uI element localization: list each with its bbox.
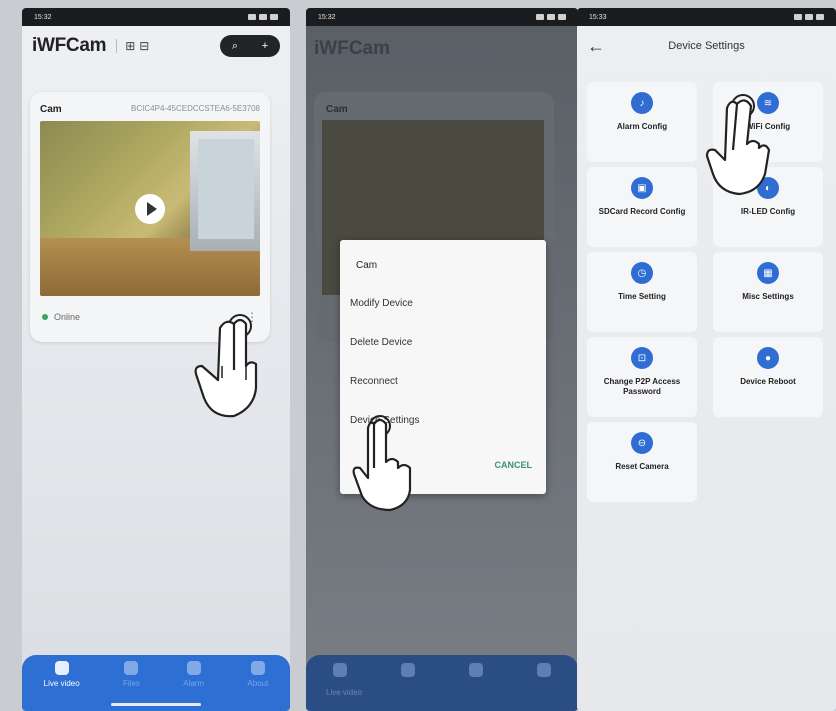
- about-icon: [537, 663, 551, 677]
- nav-about-label: About: [247, 679, 269, 688]
- setting-device-reboot[interactable]: ● Device Reboot: [713, 337, 823, 417]
- setting-label: Reset Camera: [615, 462, 669, 471]
- page-title: Device Settings: [668, 40, 745, 52]
- status-icons: [794, 14, 824, 20]
- plus-icon[interactable]: +: [262, 40, 268, 52]
- setting-label: Device Reboot: [740, 377, 796, 386]
- cancel-button[interactable]: CANCEL: [495, 460, 533, 470]
- folder-icon: [124, 661, 139, 675]
- setting-reset-camera[interactable]: ⊖ Reset Camera: [587, 422, 697, 502]
- setting-ir-led-config[interactable]: ◐ IR-LED Config: [713, 167, 823, 247]
- status-time: 15:32: [318, 13, 336, 21]
- setting-sdcard-record-config[interactable]: ▣ SDCard Record Config: [587, 167, 697, 247]
- wifi-icon: ≋: [757, 92, 779, 114]
- status-icons: [536, 14, 566, 20]
- live-video-icon: [54, 661, 69, 675]
- play-icon[interactable]: [135, 193, 165, 224]
- status-icons: [248, 14, 278, 20]
- device-name: Cam: [40, 104, 62, 115]
- lock-icon: ⊡: [631, 347, 653, 369]
- setting-label: Misc Settings: [742, 292, 794, 301]
- device-card[interactable]: Cam BCIC4P4-45CEDCCSTEA6-5E3708 Online ⋮: [30, 92, 270, 342]
- app-bar: iWFCam ⊞ ⊟ ⌕ +: [22, 26, 290, 66]
- device-status: Online: [54, 312, 81, 322]
- reset-icon: ⊖: [631, 432, 653, 454]
- setting-misc-settings[interactable]: ▦ Misc Settings: [713, 252, 823, 332]
- phone-screen-device-settings: 15:33 ← Device Settings ♪ Alarm Config ≋…: [577, 8, 836, 711]
- device-options-dialog: Cam Modify Device Delete Device Reconnec…: [340, 240, 546, 494]
- phone-screen-menu: 15:32 iWFCam Cam Cam Modify Device Delet…: [306, 8, 578, 711]
- bottom-nav: [306, 655, 578, 711]
- setting-label: Time Setting: [618, 292, 666, 301]
- clock-icon: ◷: [631, 262, 653, 284]
- bottom-nav: Live video Files Alarm About: [22, 655, 290, 711]
- folder-icon: [401, 663, 415, 677]
- home-indicator: [661, 703, 752, 706]
- menu-item-modify-device[interactable]: Modify Device: [350, 298, 413, 309]
- sd-card-icon: ▣: [631, 177, 653, 199]
- setting-label: IR-LED Config: [740, 207, 796, 216]
- appbar-icons: ⊞ ⊟: [116, 39, 149, 53]
- status-time: 15:33: [589, 13, 607, 21]
- settings-header: ← Device Settings: [577, 26, 836, 66]
- dialog-title: Cam: [356, 260, 378, 271]
- more-options-icon[interactable]: ⋮: [246, 310, 258, 324]
- nav-files-label: Files: [123, 679, 140, 688]
- alarm-icon: [469, 663, 483, 677]
- online-dot-icon: [42, 314, 48, 320]
- setting-label: WiFi Config: [745, 122, 791, 131]
- nav-files[interactable]: Files: [123, 661, 140, 688]
- nav-live-video-label: Live video: [326, 688, 363, 697]
- nav-alarm[interactable]: Alarm: [183, 661, 204, 688]
- setting-label: Change P2P Access Password: [603, 377, 681, 396]
- grid-icon: ▦: [757, 262, 779, 284]
- menu-item-device-settings[interactable]: Device Settings: [350, 415, 419, 426]
- live-video-icon: [333, 663, 347, 677]
- status-bar: 15:32: [22, 8, 290, 26]
- reboot-icon: ●: [757, 347, 779, 369]
- video-thumbnail[interactable]: [40, 121, 260, 296]
- setting-alarm-config[interactable]: ♪ Alarm Config: [587, 82, 697, 162]
- setting-wifi-config[interactable]: ≋ WiFi Config: [713, 82, 823, 162]
- setting-label: Alarm Config: [616, 122, 668, 131]
- status-bar: 15:32: [306, 8, 578, 26]
- alarm-icon: [186, 661, 201, 675]
- setting-label: SDCard Record Config: [598, 207, 686, 216]
- bell-icon: ♪: [631, 92, 653, 114]
- nav-live-video[interactable]: Live video: [44, 661, 80, 688]
- about-icon: [250, 661, 265, 675]
- status-time: 15:32: [34, 13, 52, 21]
- grid-icon[interactable]: ⊞: [125, 39, 135, 53]
- device-name: Cam: [326, 104, 348, 115]
- device-id: BCIC4P4-45CEDCCSTEA6-5E3708: [131, 104, 260, 113]
- app-brand: iWFCam: [314, 38, 390, 59]
- action-pill: ⌕ +: [220, 35, 280, 57]
- status-bar: 15:33: [577, 8, 836, 26]
- home-indicator: [111, 703, 201, 706]
- nav-about[interactable]: About: [247, 661, 268, 688]
- back-arrow-icon[interactable]: ←: [587, 36, 637, 57]
- setting-change-p2p-password[interactable]: ⊡ Change P2P Access Password: [587, 337, 697, 417]
- phone-screen-home: 15:32 iWFCam ⊞ ⊟ ⌕ + Cam BCIC4P4-45CEDCC…: [22, 8, 290, 711]
- setting-time-setting[interactable]: ◷ Time Setting: [587, 252, 697, 332]
- menu-item-delete-device[interactable]: Delete Device: [350, 337, 412, 348]
- search-icon[interactable]: ⌕: [232, 40, 238, 53]
- nav-live-video-label: Live video: [43, 679, 80, 688]
- led-icon: ◐: [757, 177, 779, 199]
- nav-alarm-label: Alarm: [183, 679, 205, 688]
- app-brand: iWFCam: [32, 35, 107, 56]
- menu-item-reconnect[interactable]: Reconnect: [350, 376, 398, 387]
- chat-icon[interactable]: ⊟: [139, 39, 149, 53]
